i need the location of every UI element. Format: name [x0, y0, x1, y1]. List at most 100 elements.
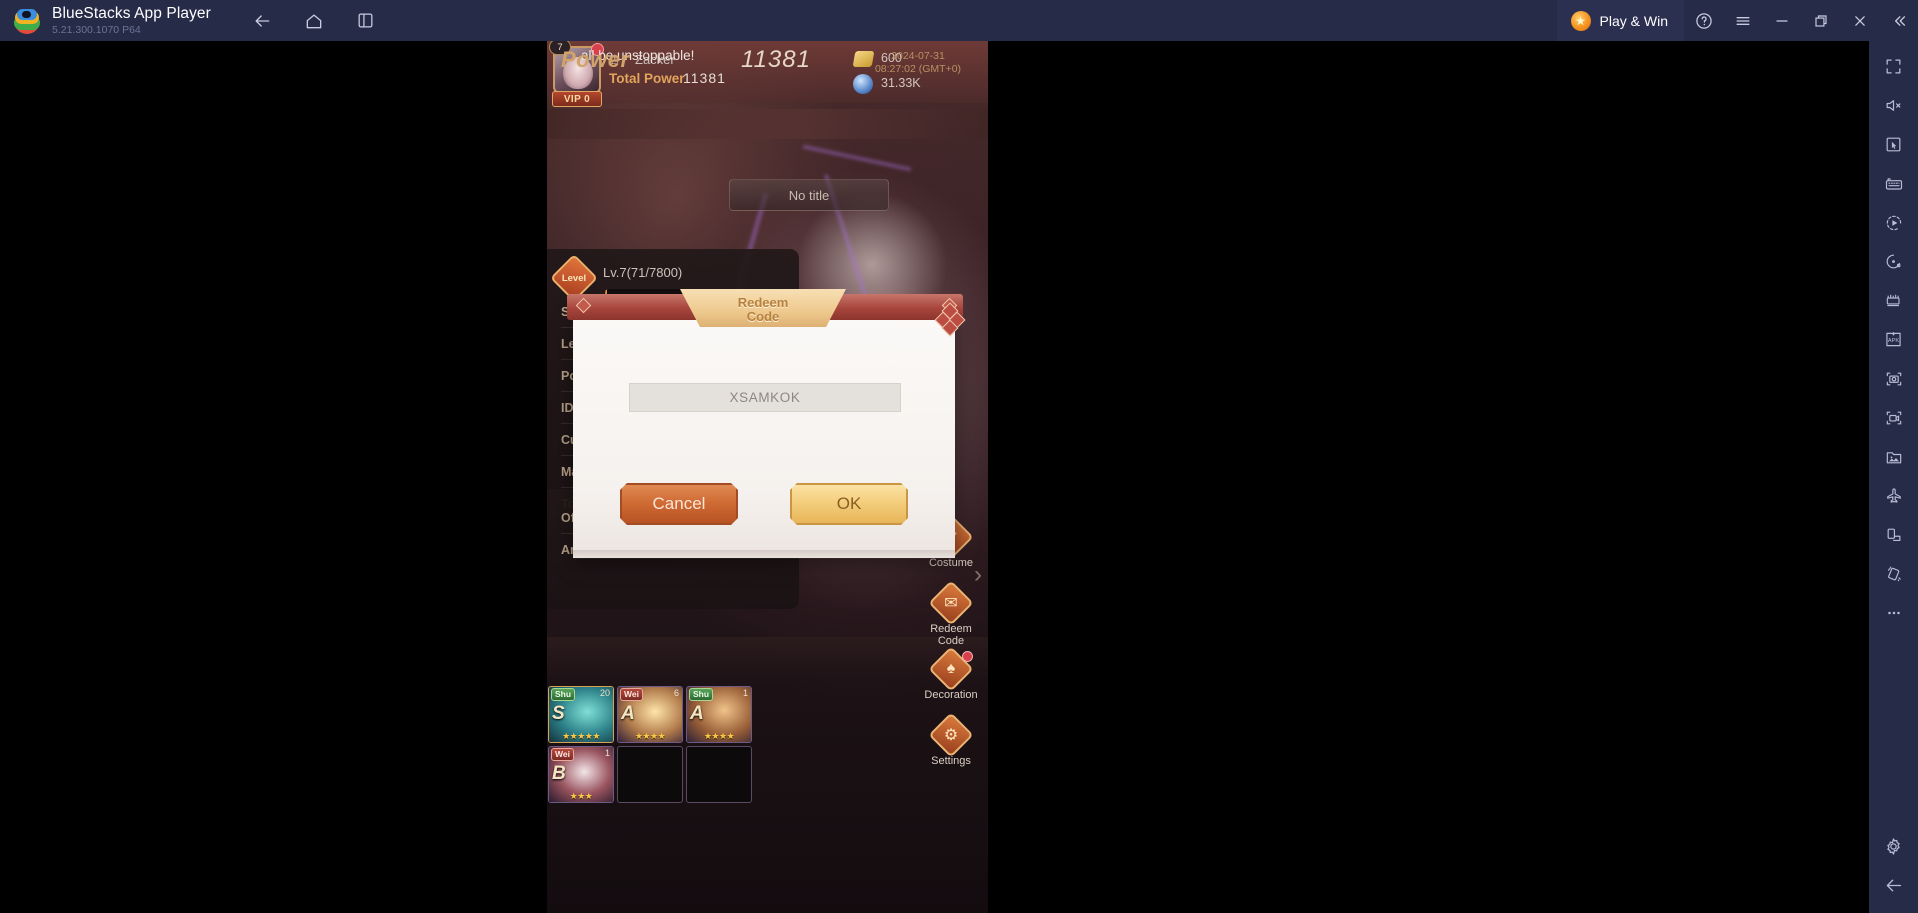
level-diamond-label: Level: [561, 272, 587, 284]
rotate-screen-icon: [1887, 528, 1900, 541]
video-camera-icon: [1886, 411, 1901, 424]
play-and-win-button[interactable]: ★ Play & Win: [1556, 0, 1684, 41]
question-circle-icon: [1695, 12, 1712, 29]
sidebar-item-media-manager[interactable]: [1871, 437, 1917, 476]
currency-secondary-value: 31.33K: [881, 76, 921, 90]
redeem-icon: ✉: [928, 580, 974, 626]
rail-item-redeem-code[interactable]: ✉ Redeem Code: [916, 580, 986, 651]
hero-card-empty[interactable]: [617, 746, 683, 803]
sidebar-item-sync-operations[interactable]: [1871, 242, 1917, 281]
hero-stars: ★★★★: [703, 731, 735, 741]
volume-mute-icon: [1886, 100, 1901, 111]
instance-manager-icon: [1886, 294, 1900, 306]
media-folder-icon: [1886, 451, 1901, 463]
server-timestamp-date: 2024-07-31: [891, 50, 945, 62]
sidebar-item-multi-instance[interactable]: [1871, 281, 1917, 320]
sidebar-item-eco-mode[interactable]: [1871, 476, 1917, 515]
android-nav-group: [245, 6, 383, 36]
restore-window-icon: [1814, 14, 1827, 27]
sidebar-item-fullscreen[interactable]: [1871, 47, 1917, 86]
app-title-block: BlueStacks App Player 5.21.300.1070 P64: [52, 6, 211, 35]
sidebar-item-more-options[interactable]: [1871, 593, 1917, 632]
app-version: 5.21.300.1070 P64: [52, 23, 141, 36]
collapse-sidebar-button[interactable]: [1879, 0, 1918, 41]
title-bar: BlueStacks App Player 5.21.300.1070 P64: [0, 0, 1918, 41]
hero-level: 1: [742, 688, 748, 698]
multi-window-icon: [358, 13, 373, 28]
fullscreen-icon: [1886, 59, 1901, 74]
rail-item-label: Decoration: [924, 689, 978, 701]
apk-install-icon: APK: [1886, 332, 1901, 347]
sidebar-item-pointer[interactable]: [1871, 125, 1917, 164]
total-power-label: Total Power: [609, 71, 685, 86]
sidebar-item-install-apk[interactable]: APK: [1871, 320, 1917, 359]
minimize-icon: [1775, 19, 1788, 22]
sidebar-item-shake-sensor[interactable]: [1871, 554, 1917, 593]
hero-stars: ★★★: [569, 791, 593, 801]
tilt-shake-icon: [1887, 566, 1901, 581]
hero-faction: Wei: [551, 748, 574, 761]
hero-faction: Wei: [620, 688, 643, 701]
hero-grade: A: [690, 703, 704, 724]
camera-icon: [1886, 372, 1901, 385]
redeem-code-input[interactable]: XSAMKOK: [629, 383, 901, 412]
keyboard-icon: [1885, 177, 1902, 190]
hero-grade: A: [621, 703, 635, 724]
help-button[interactable]: [1684, 0, 1723, 41]
server-timestamp: 2024-07-31 08:27:02 (GMT+0): [852, 50, 984, 76]
vip-badge[interactable]: VIP 0: [552, 91, 602, 107]
dialog-bottom-shadow: [573, 550, 955, 559]
airplane-icon: [1886, 487, 1901, 503]
nav-back-button[interactable]: [245, 6, 279, 36]
rail-item-decoration[interactable]: ♠ Decoration: [916, 646, 986, 717]
dialog-close-button[interactable]: [934, 302, 966, 337]
sidebar-item-game-controls[interactable]: [1871, 164, 1917, 203]
total-power-value: 11381: [683, 70, 726, 86]
server-timestamp-time: 08:27:02 (GMT+0): [874, 63, 962, 75]
close-icon: [1854, 15, 1865, 26]
hamburger-menu-button[interactable]: [1723, 0, 1762, 41]
hero-card-empty[interactable]: [686, 746, 752, 803]
chevron-double-left-icon: [1894, 15, 1905, 26]
rail-item-settings[interactable]: ⚙ Settings: [916, 712, 986, 783]
dialog-title-line1: Redeem: [737, 295, 789, 310]
cursor-pointer-icon: [1886, 137, 1901, 152]
sidebar-item-screenshot[interactable]: [1871, 359, 1917, 398]
hero-card[interactable]: Wei 6 A ★★★★: [617, 686, 683, 743]
sidebar-item-volume[interactable]: [1871, 86, 1917, 125]
dialog-title-line2: Code: [746, 309, 780, 324]
power-label: Power: [561, 47, 630, 72]
hero-card[interactable]: Wei 1 B ★★★: [548, 746, 614, 803]
hero-grade: B: [552, 763, 566, 784]
hero-grade: S: [552, 703, 565, 724]
sidebar-item-settings[interactable]: [1871, 827, 1917, 866]
hero-faction: Shu: [689, 688, 714, 701]
nav-home-button[interactable]: [297, 6, 331, 36]
power-value: 11381: [741, 46, 811, 73]
hero-grid: Shu 20 S ★★★★★ Wei 6 A ★★★★ Shu 1 A ★★★★: [548, 686, 752, 803]
hero-level: 1: [604, 748, 610, 758]
close-button[interactable]: [1840, 0, 1879, 41]
ok-button[interactable]: OK: [790, 483, 908, 525]
maximize-button[interactable]: [1801, 0, 1840, 41]
cancel-button[interactable]: Cancel: [620, 483, 738, 525]
hero-stars: ★★★★: [634, 731, 666, 741]
minimize-button[interactable]: [1762, 0, 1801, 41]
sidebar-item-rotate-screen[interactable]: [1871, 515, 1917, 554]
ellipsis-icon: [1887, 611, 1900, 614]
play-and-win-label: Play & Win: [1599, 12, 1668, 29]
window-controls: [1684, 0, 1918, 41]
sidebar-item-back[interactable]: [1871, 866, 1917, 905]
hero-card[interactable]: Shu 1 A ★★★★: [686, 686, 752, 743]
notification-dot: [962, 651, 973, 662]
svg-text:APK: APK: [1888, 338, 1899, 344]
player-title-plate[interactable]: No title: [729, 179, 889, 211]
gear-icon: [1887, 838, 1900, 855]
app-title: BlueStacks App Player: [52, 5, 211, 22]
hero-card[interactable]: Shu 20 S ★★★★★: [548, 686, 614, 743]
chevron-right-icon[interactable]: ›: [974, 561, 982, 589]
sync-circle-icon: [1886, 254, 1901, 269]
sidebar-item-record-screen[interactable]: [1871, 398, 1917, 437]
sidebar-item-macro-recorder[interactable]: [1871, 203, 1917, 242]
nav-recents-button[interactable]: [349, 6, 383, 36]
